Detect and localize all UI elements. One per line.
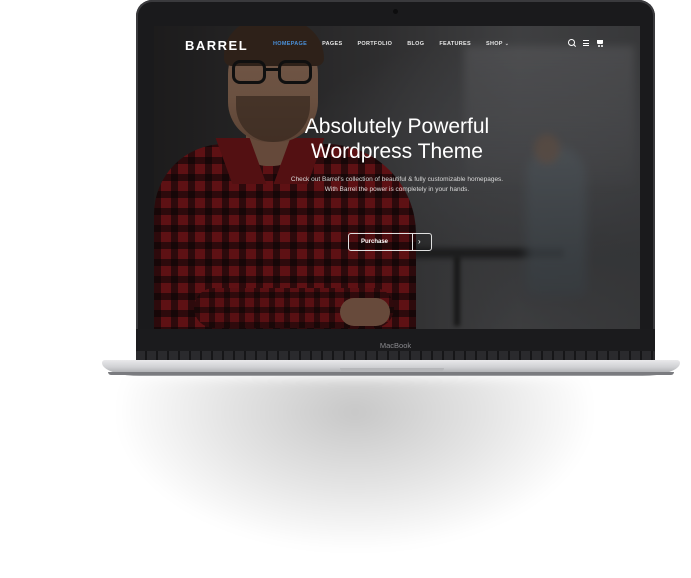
purchase-button-label: Purchase	[361, 239, 389, 245]
nav-item-homepage[interactable]: HOMEPAGE	[273, 41, 307, 47]
nav-item-portfolio[interactable]: PORTFOLIO	[357, 41, 392, 47]
nav-item-shop-label: SHOP	[485, 41, 503, 47]
nav-item-pages[interactable]: PAGES	[322, 41, 342, 47]
cart-icon[interactable]	[596, 39, 604, 47]
nav-item-features[interactable]: FEATURES	[439, 41, 471, 47]
purchase-button[interactable]: Purchase ›	[348, 233, 432, 251]
site-header: BARREL HOMEPAGE PAGES PORTFOLIO BLOG FEA…	[154, 26, 640, 64]
hero-title-line1: Absolutely Powerful	[304, 115, 490, 138]
purchase-arrow-box: ›	[412, 234, 431, 250]
chevron-down-icon: ⌄	[504, 41, 510, 47]
hero-subtitle: Check out Barrel's collection of beautif…	[154, 175, 640, 195]
hero-title: Absolutely Powerful Wordpress Theme	[154, 114, 640, 164]
laptop-shadow	[120, 378, 590, 548]
website-screen: BARREL HOMEPAGE PAGES PORTFOLIO BLOG FEA…	[154, 26, 640, 329]
chevron-right-icon: ›	[418, 237, 421, 246]
device-label: MacBook	[379, 341, 412, 350]
nav-item-blog[interactable]: BLOG	[407, 41, 424, 47]
site-logo[interactable]: BARREL	[185, 38, 248, 53]
menu-icon[interactable]	[582, 39, 590, 47]
hero-title-line2: Wordpress Theme	[311, 140, 483, 163]
header-icons	[568, 39, 604, 48]
hero-subtitle-line1: Check out Barrel's collection of beautif…	[290, 176, 504, 183]
nav-item-shop[interactable]: SHOP ⌄	[486, 41, 509, 47]
main-menu: HOMEPAGE PAGES PORTFOLIO BLOG FEATURES S…	[273, 41, 524, 47]
hero-subtitle-line2: With Barrel the power is completely in y…	[324, 186, 470, 193]
search-icon[interactable]	[568, 39, 577, 48]
camera-icon	[393, 9, 398, 14]
laptop-base-edge	[108, 372, 674, 375]
